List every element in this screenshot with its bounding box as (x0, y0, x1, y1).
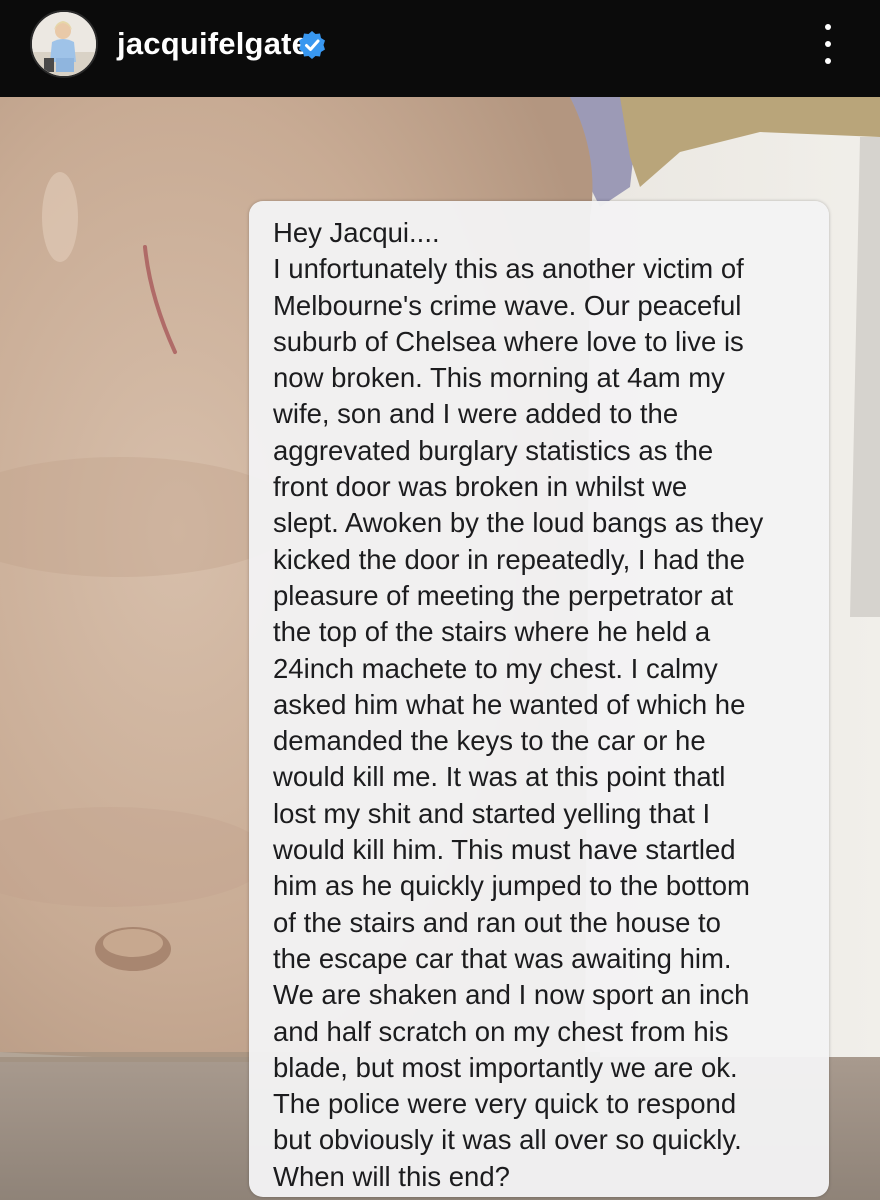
verified-badge-icon (299, 31, 325, 59)
message-line: would kill him. This must have startled (273, 834, 736, 866)
message-line: 24inch machete to my chest. I calmy (273, 652, 718, 684)
message-line: lost my shit and started yelling that I (273, 797, 711, 829)
message-line: the escape car that was awaiting him. (273, 942, 732, 974)
message-line: suburb of Chelsea where love to live is (273, 325, 744, 357)
message-line: We are shaken and I now sport an inch (273, 979, 750, 1011)
message-line: of the stairs and ran out the house to (273, 906, 721, 938)
message-line: kicked the door in repeatedly, I had the (273, 543, 745, 575)
message-line: The police were very quick to respond (273, 1088, 737, 1120)
message-line: pleasure of meeting the perpetrator at (273, 579, 734, 611)
message-line: and half scratch on my chest from his (273, 1015, 729, 1047)
message-line: now broken. This morning at 4am my (273, 362, 725, 394)
message-line: slept. Awoken by the loud bangs as they (273, 507, 764, 539)
message-line: the top of the stairs where he held a (273, 616, 711, 648)
message-line: asked him what he wanted of which he (273, 688, 746, 720)
message-line: I unfortunately this as another victim o… (273, 253, 744, 285)
profile-avatar[interactable] (30, 10, 98, 78)
message-screenshot: Hey Jacqui.... I unfortunately this as an… (249, 201, 829, 1197)
story-header: jacquifelgate (0, 0, 880, 97)
message-line: Hey Jacqui.... (273, 217, 440, 248)
message-body: Hey Jacqui.... I unfortunately this as an… (273, 215, 805, 1195)
message-line: would kill me. It was at this point that… (273, 761, 726, 793)
message-line: but obviously it was all over so quickly… (273, 1124, 742, 1156)
message-line: wife, son and I were added to the (273, 398, 679, 430)
more-options-icon[interactable] (820, 24, 836, 64)
message-line: Melbourne's crime wave. Our peaceful (273, 289, 742, 321)
message-line: demanded the keys to the car or he (273, 725, 706, 757)
message-line: aggrevated burglary statistics as the (273, 434, 714, 466)
message-line: him as he quickly jumped to the bottom (273, 870, 750, 902)
message-line: front door was broken in whilst we (273, 471, 688, 503)
username[interactable]: jacquifelgate (117, 26, 309, 62)
message-line: blade, but most importantly we are ok. (273, 1051, 738, 1083)
message-line: When will this end? (273, 1160, 510, 1192)
